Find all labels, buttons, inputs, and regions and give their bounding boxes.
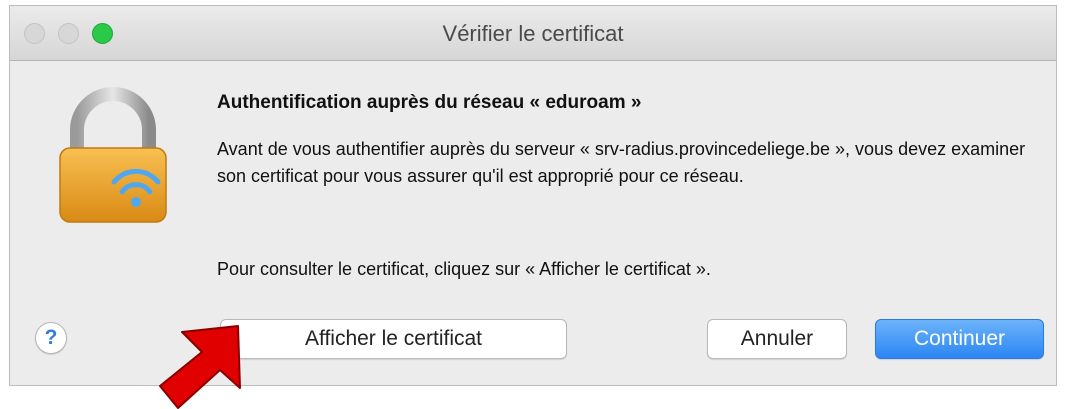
help-button[interactable]: ? [35,322,67,354]
red-arrow-icon [159,325,241,409]
cancel-button[interactable]: Annuler [707,319,847,359]
padlock-wifi-icon [59,87,167,223]
title-bar[interactable]: Vérifier le certificat [10,6,1056,61]
window-title: Vérifier le certificat [442,21,624,46]
instruction-text: Pour consulter le certificat, cliquez su… [217,259,711,279]
explanation-text: Avant de vous authentifier auprès du ser… [217,139,1026,186]
continue-button[interactable]: Continuer [875,319,1044,359]
show-certificate-button[interactable]: Afficher le certificat [220,319,567,359]
dialog-heading: Authentification auprès du réseau « edur… [217,92,642,113]
